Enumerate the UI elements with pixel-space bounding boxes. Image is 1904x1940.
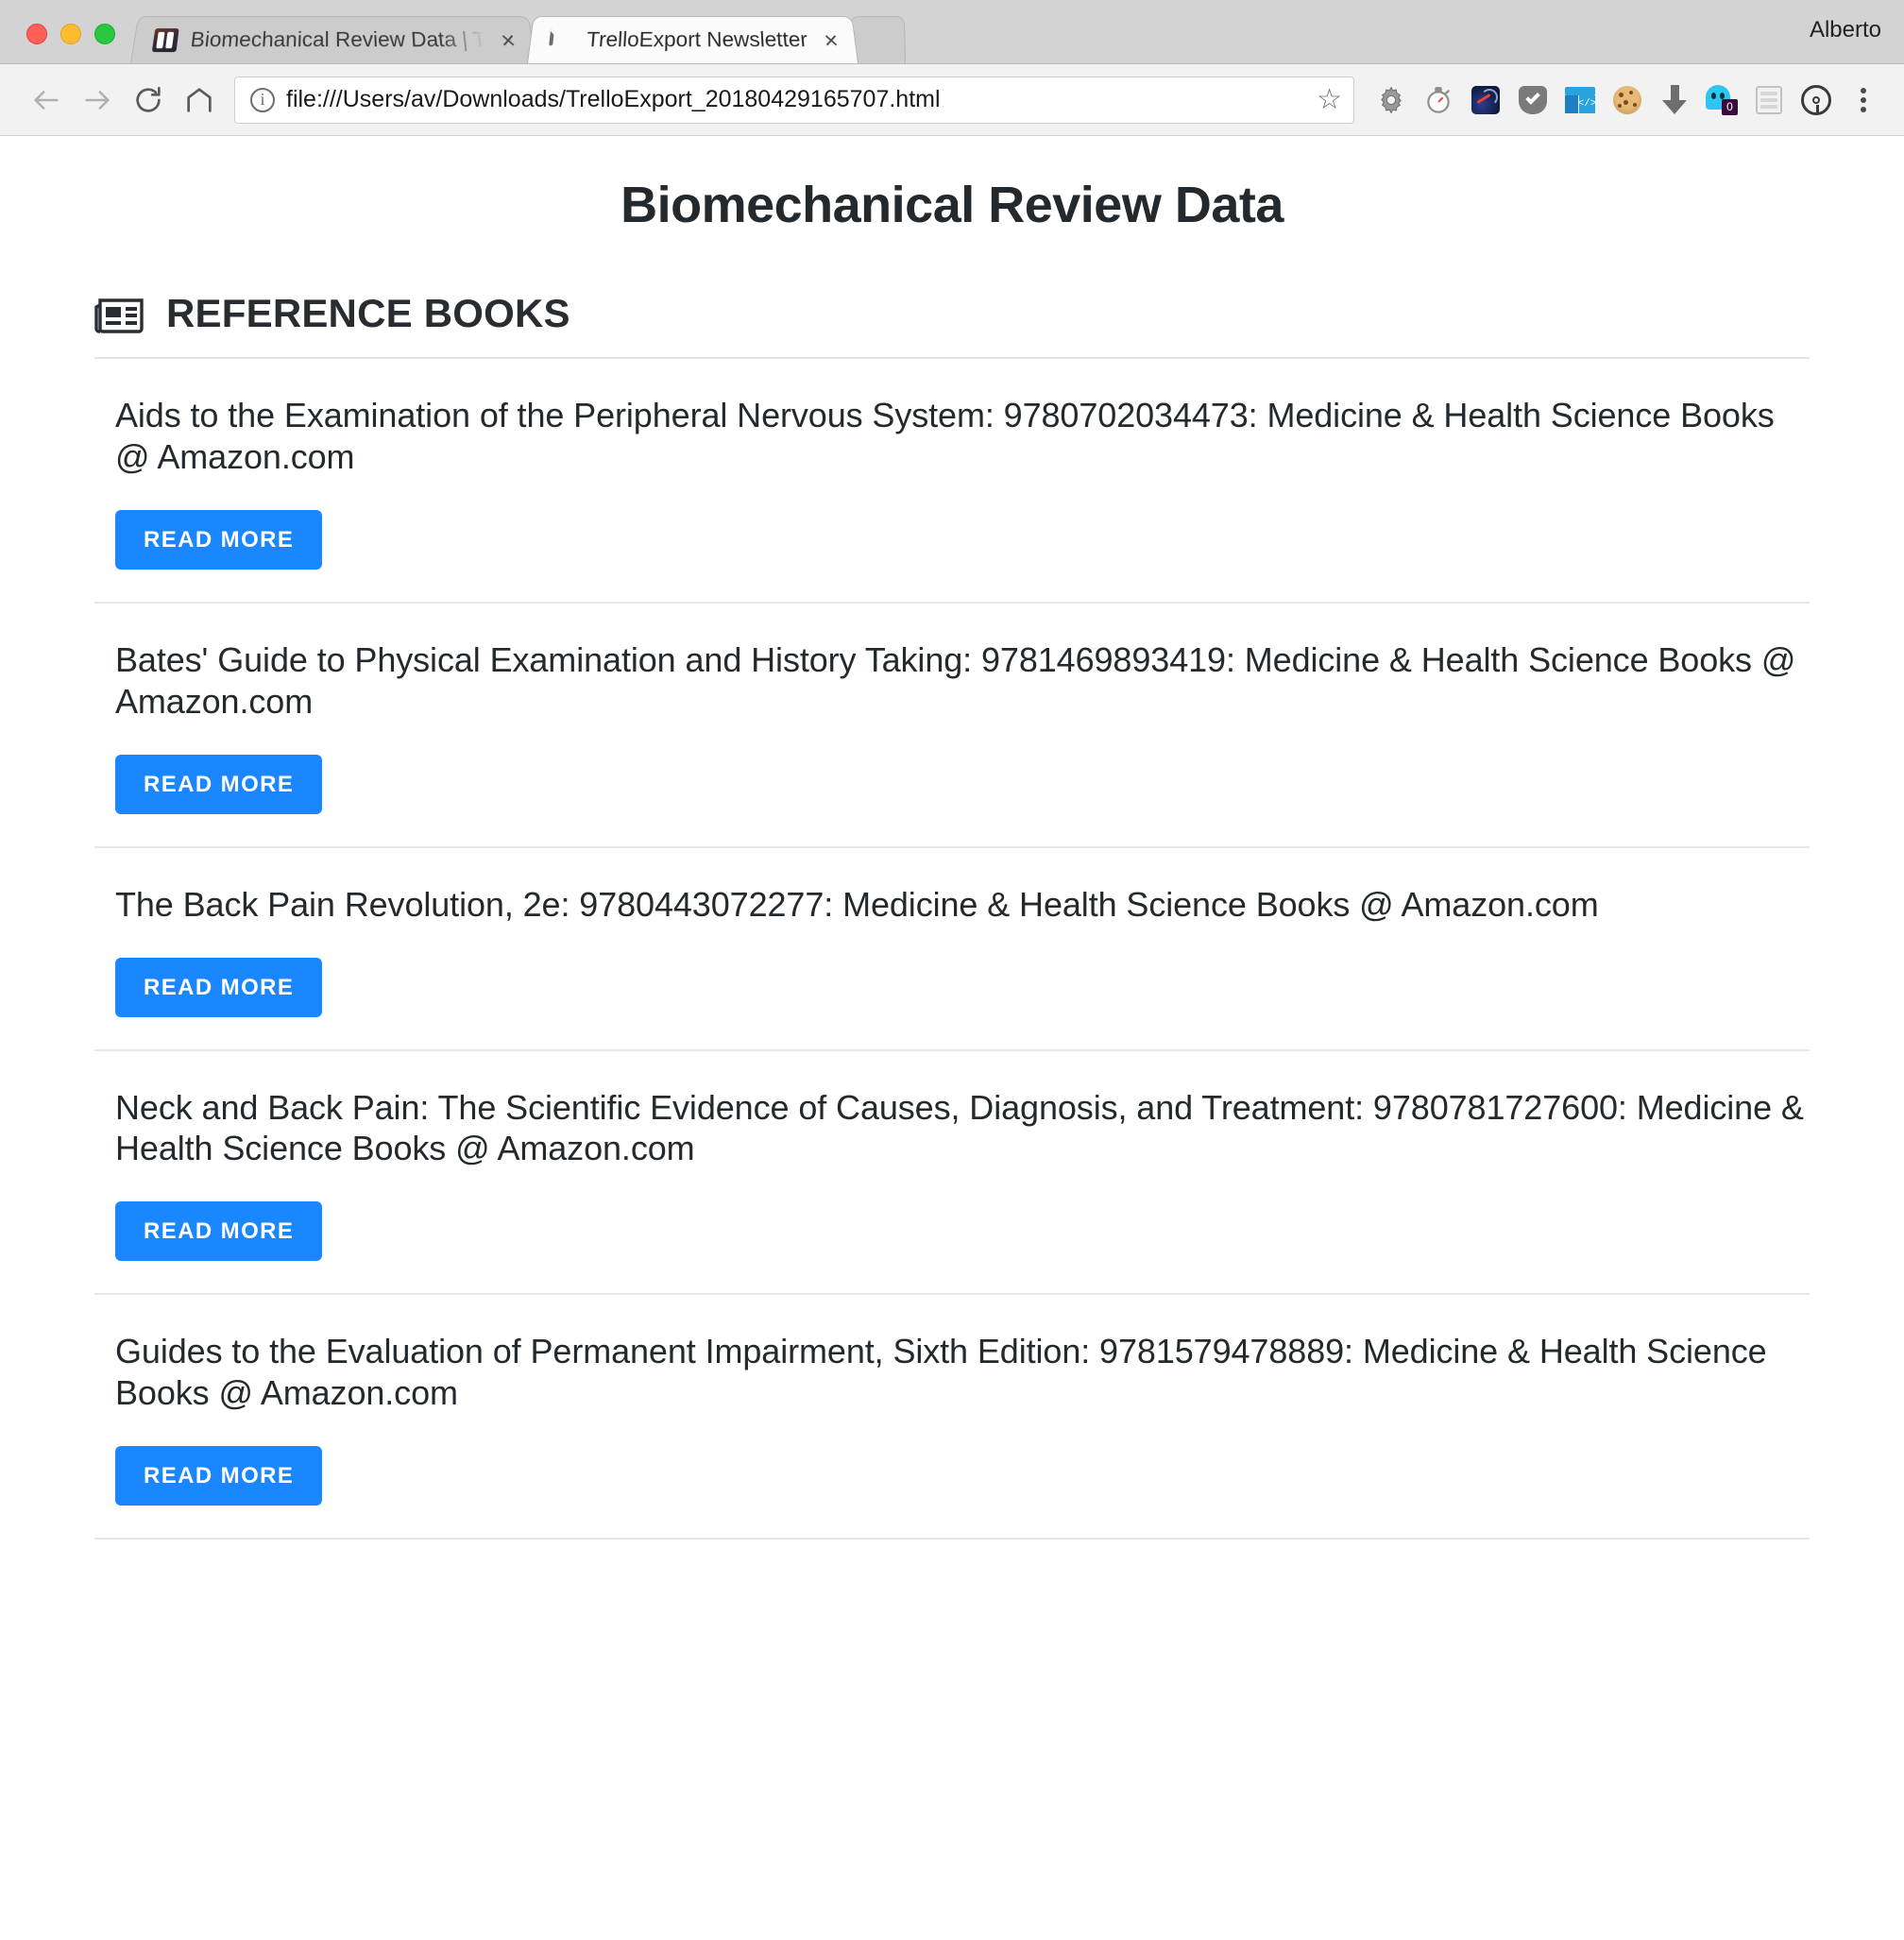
ghostery-icon[interactable]: 0 xyxy=(1698,77,1745,124)
extensions-row: </> 0 xyxy=(1368,77,1887,124)
cookie-icon[interactable] xyxy=(1604,77,1651,124)
minimize-window-button[interactable] xyxy=(60,24,81,44)
devbox-label: </> xyxy=(1578,94,1596,113)
site-info-icon[interactable]: i xyxy=(250,87,275,112)
tab-title: Biomechanical Review Data | T xyxy=(189,27,486,52)
profile-name[interactable]: Alberto xyxy=(1810,17,1881,43)
read-more-button[interactable]: READ MORE xyxy=(115,1446,323,1506)
read-more-button[interactable]: READ MORE xyxy=(115,1201,323,1262)
book-title: Bates' Guide to Physical Examination and… xyxy=(115,639,1796,721)
devbox-icon[interactable]: </> xyxy=(1556,77,1604,124)
new-tab-button[interactable] xyxy=(849,15,907,64)
stopwatch-icon[interactable] xyxy=(1415,77,1462,124)
forward-button[interactable] xyxy=(72,75,123,126)
address-bar[interactable]: i file:///Users/av/Downloads/TrelloExpor… xyxy=(234,76,1354,124)
book-card: Guides to the Evaluation of Permanent Im… xyxy=(94,1295,1810,1540)
section-heading: REFERENCE BOOKS xyxy=(94,291,1810,357)
tab-biomechanical-review-data[interactable]: Biomechanical Review Data | T × xyxy=(130,15,536,64)
tab-trelloexport-newsletter[interactable]: TrelloExport Newsletter × xyxy=(527,15,859,64)
tab-close-icon[interactable]: × xyxy=(496,26,520,54)
back-button[interactable] xyxy=(21,75,72,126)
book-title: Neck and Back Pain: The Scientific Evide… xyxy=(115,1087,1804,1168)
reference-books-section: REFERENCE BOOKS Aids to the Examination … xyxy=(94,291,1810,1540)
onepassword-icon[interactable] xyxy=(1793,77,1840,124)
book-title: Aids to the Examination of the Periphera… xyxy=(115,396,1775,476)
browser-window: Biomechanical Review Data | T × TrelloEx… xyxy=(0,0,1904,1940)
download-icon[interactable] xyxy=(1651,77,1698,124)
gear-icon[interactable] xyxy=(1368,77,1415,124)
browser-toolbar: i file:///Users/av/Downloads/TrelloExpor… xyxy=(0,64,1904,136)
book-title: The Back Pain Revolution, 2e: 9780443072… xyxy=(115,884,1599,924)
read-more-button[interactable]: READ MORE xyxy=(115,509,323,570)
book-title: Guides to the Evaluation of Permanent Im… xyxy=(115,1332,1767,1413)
book-card: The Back Pain Revolution, 2e: 9780443072… xyxy=(94,848,1810,1051)
pocket-icon[interactable] xyxy=(1509,77,1556,124)
tab-close-icon[interactable]: × xyxy=(819,26,843,54)
section-title: REFERENCE BOOKS xyxy=(166,291,570,335)
bookmark-star-icon[interactable]: ☆ xyxy=(1309,83,1342,116)
home-button[interactable] xyxy=(174,75,225,126)
book-card: Neck and Back Pain: The Scientific Evide… xyxy=(94,1051,1810,1296)
reading-list-icon[interactable] xyxy=(1745,77,1793,124)
document-body: Biomechanical Review Data REFERENCE BOOK… xyxy=(0,176,1904,1540)
book-card: Bates' Guide to Physical Examination and… xyxy=(94,604,1810,848)
maximize-window-button[interactable] xyxy=(94,24,115,44)
document-favicon-icon xyxy=(548,27,574,52)
page-title: Biomechanical Review Data xyxy=(620,177,1284,233)
reload-button[interactable] xyxy=(123,75,174,126)
trello-favicon-icon xyxy=(151,27,179,52)
ghostery-badge: 0 xyxy=(1722,98,1738,115)
tab-title: TrelloExport Newsletter xyxy=(586,27,808,52)
speedometer-icon[interactable] xyxy=(1462,77,1509,124)
window-controls xyxy=(0,24,130,63)
page-viewport: Biomechanical Review Data REFERENCE BOOK… xyxy=(0,136,1904,1940)
book-card: Aids to the Examination of the Periphera… xyxy=(94,359,1810,604)
url-text[interactable]: file:///Users/av/Downloads/TrelloExport_… xyxy=(286,86,1298,113)
read-more-button[interactable]: READ MORE xyxy=(115,957,323,1017)
tab-strip: Biomechanical Review Data | T × TrelloEx… xyxy=(0,0,1904,64)
close-window-button[interactable] xyxy=(26,24,47,44)
newspaper-icon xyxy=(94,293,147,334)
read-more-button[interactable]: READ MORE xyxy=(115,754,323,814)
chrome-menu-icon[interactable] xyxy=(1840,77,1887,124)
